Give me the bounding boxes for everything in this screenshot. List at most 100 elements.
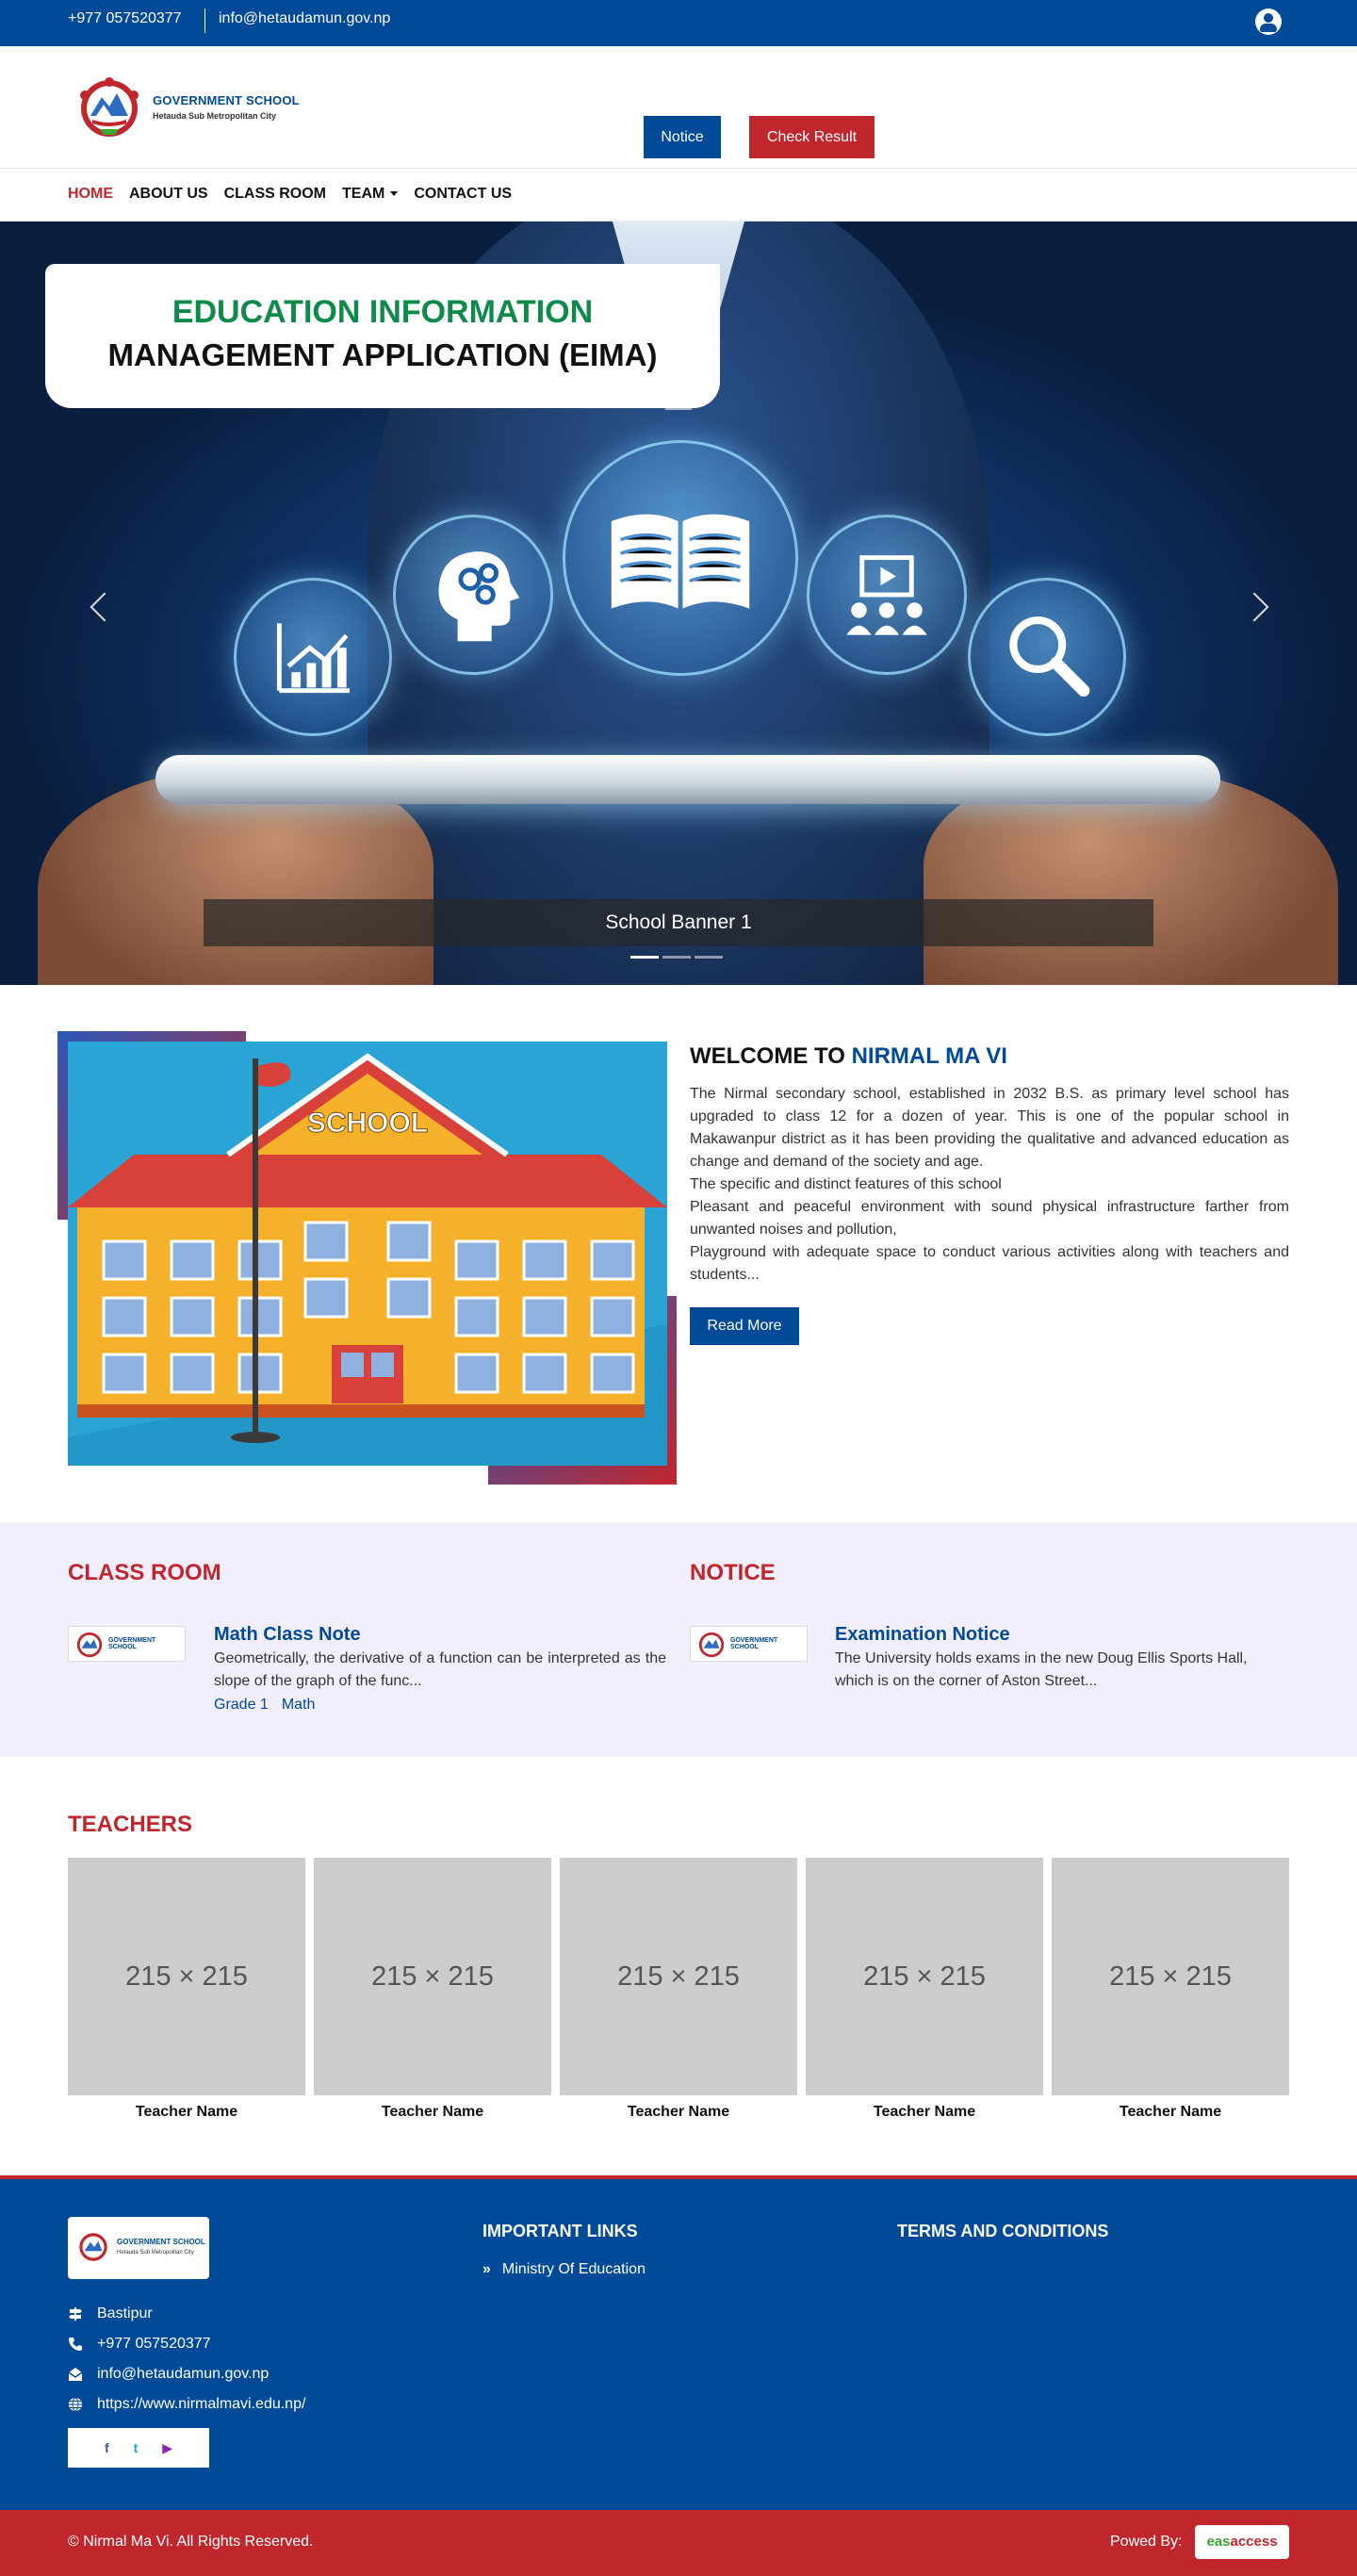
- caret-down-icon: [390, 191, 399, 197]
- hero-title-card: EDUCATION INFORMATION MANAGEMENT APPLICA…: [45, 264, 720, 408]
- nav-list: HOME ABOUT US CLASS ROOM TEAM CONTACT US: [68, 186, 512, 203]
- user-circle-icon[interactable]: [1255, 8, 1282, 35]
- teacher-card[interactable]: 215 × 215 Teacher Name: [314, 1858, 551, 2121]
- footer-link-ministry-label: Ministry Of Education: [501, 2261, 646, 2277]
- twitter-icon[interactable]: t: [134, 2440, 139, 2455]
- slide-caption: School Banner 1: [204, 899, 1153, 946]
- notice-heading: NOTICE: [690, 1560, 776, 1585]
- slide-indicator-1[interactable]: [630, 956, 659, 959]
- footer-email: info@hetaudamun.gov.np: [97, 2366, 270, 2382]
- nav-item-home[interactable]: HOME: [68, 186, 113, 203]
- video-audience-icon: [807, 515, 967, 675]
- teachers-heading: TEACHERS: [68, 1812, 193, 1837]
- teachers-section: TEACHERS 215 × 215 Teacher Name 215 × 21…: [0, 1757, 1357, 2175]
- copyright-bar: © Nirmal Ma Vi. All Rights Reserved. Pow…: [0, 2510, 1357, 2576]
- nav-item-contact-us[interactable]: CONTACT US: [414, 186, 512, 203]
- thumbnail-school-name: GOVERNMENT SCHOOL: [108, 1637, 156, 1650]
- footer-logo-sub: Hetauda Sub Metropolitan City: [117, 2250, 194, 2256]
- nav-item-about-us[interactable]: ABOUT US: [129, 186, 208, 203]
- slider-next-arrow-icon[interactable]: [1239, 592, 1269, 622]
- top-bar: +977 057520377 info@hetaudamun.gov.np: [0, 0, 1357, 46]
- hero-slider: EDUCATION INFORMATION MANAGEMENT APPLICA…: [0, 222, 1357, 985]
- topbar-email[interactable]: info@hetaudamun.gov.np: [219, 10, 390, 27]
- teacher-name: Teacher Name: [627, 2104, 730, 2120]
- welcome-heading: WELCOME TO NIRMAL MA VI: [690, 1043, 1007, 1070]
- footer-phone-row[interactable]: +977 057520377: [68, 2336, 211, 2353]
- notice-item-desc: The University holds exams in the new Do…: [835, 1650, 1248, 1689]
- youtube-icon[interactable]: ▶: [162, 2440, 172, 2456]
- powered-logo-part-a: eas: [1206, 2534, 1231, 2550]
- class-room-item-desc: Geometrically, the derivative of a funct…: [214, 1650, 666, 1689]
- nav-item-team-label: TEAM: [342, 186, 385, 202]
- read-more-button[interactable]: Read More: [690, 1307, 799, 1345]
- slide-indicator-2[interactable]: [662, 956, 691, 959]
- site-logo[interactable]: GOVERNMENT SCHOOL Hetauda Sub Metropolit…: [68, 71, 313, 139]
- globe-icon: [69, 2397, 82, 2412]
- footer-website-row[interactable]: https://www.nirmalmavi.edu.np/: [68, 2396, 305, 2413]
- teacher-photo-placeholder: 215 × 215: [560, 1858, 797, 2095]
- classroom-notice-section: CLASS ROOM GOVERNMENT SCHOOL Math Class …: [0, 1522, 1357, 1757]
- teacher-card[interactable]: 215 × 215 Teacher Name: [1052, 1858, 1289, 2121]
- welcome-heading-prefix: WELCOME TO: [690, 1043, 845, 1069]
- magnifier-icon: [968, 578, 1126, 736]
- tag-grade[interactable]: Grade 1: [214, 1697, 269, 1713]
- facebook-icon[interactable]: f: [105, 2440, 109, 2455]
- school-illustration: SCHOOL: [68, 1042, 667, 1466]
- social-links: f t ▶: [68, 2428, 209, 2468]
- welcome-section: SCHOOL WELCOME TO NIRMAL MA VI The Nirma…: [0, 985, 1357, 1522]
- teacher-card[interactable]: 215 × 215 Teacher Name: [806, 1858, 1043, 2121]
- notice-item-title[interactable]: Examination Notice: [835, 1624, 1010, 1646]
- welcome-line-features: The specific and distinct features of th…: [690, 1176, 1002, 1192]
- class-room-tags: Grade 1 Math: [214, 1697, 328, 1714]
- powered-by-label: Powed By:: [1110, 2534, 1183, 2550]
- tag-subject[interactable]: Math: [282, 1697, 316, 1713]
- school-name: GOVERNMENT SCHOOL: [153, 93, 300, 107]
- terms-heading[interactable]: TERMS AND CONDITIONS: [897, 2222, 1108, 2241]
- topbar-divider: [204, 8, 205, 33]
- notice-button[interactable]: Notice: [644, 116, 721, 158]
- footer-address: Bastipur: [97, 2305, 153, 2322]
- school-sign-text: SCHOOL: [307, 1108, 428, 1139]
- main-nav: HOME ABOUT US CLASS ROOM TEAM CONTACT US: [0, 169, 1357, 222]
- bar-chart-icon: [234, 578, 392, 736]
- open-book-icon: [563, 440, 798, 676]
- powered-logo-part-b: access: [1230, 2534, 1278, 2550]
- nav-item-team[interactable]: TEAM: [342, 186, 399, 203]
- copyright-text: © Nirmal Ma Vi. All Rights Reserved.: [68, 2534, 314, 2550]
- nav-item-class-room[interactable]: CLASS ROOM: [224, 186, 326, 203]
- hero-title-line2: MANAGEMENT APPLICATION (EIMA): [107, 337, 658, 372]
- teacher-photo-placeholder: 215 × 215: [314, 1858, 551, 2095]
- government-emblem-icon: [80, 77, 139, 137]
- easy-access-logo[interactable]: easaccess: [1195, 2525, 1289, 2559]
- teacher-card[interactable]: 215 × 215 Teacher Name: [560, 1858, 797, 2121]
- teacher-card[interactable]: 215 × 215 Teacher Name: [68, 1858, 305, 2121]
- slide-indicator-3[interactable]: [695, 956, 723, 959]
- topbar-phone[interactable]: +977 057520377: [68, 10, 182, 27]
- page: +977 057520377 info@hetaudamun.gov.np GO…: [0, 0, 1357, 2576]
- footer-logo[interactable]: GOVERNMENT SCHOOL Hetauda Sub Metropolit…: [68, 2217, 209, 2279]
- teacher-name: Teacher Name: [381, 2104, 484, 2120]
- teacher-name: Teacher Name: [1119, 2104, 1222, 2120]
- slide-indicators: [630, 956, 723, 959]
- welcome-line-playground: Playground with adequate space to conduc…: [690, 1244, 1289, 1283]
- footer-address-row: Bastipur: [68, 2305, 153, 2322]
- footer-email-row[interactable]: info@hetaudamun.gov.np: [68, 2366, 269, 2383]
- footer-link-ministry[interactable]: » Ministry Of Education: [482, 2261, 646, 2278]
- important-links-heading: IMPORTANT LINKS: [482, 2222, 638, 2240]
- hero-title-line1: EDUCATION INFORMATION: [172, 294, 594, 330]
- class-room-thumbnail[interactable]: GOVERNMENT SCHOOL: [68, 1626, 186, 1662]
- check-result-button[interactable]: Check Result: [749, 116, 875, 158]
- hero-tablet: [155, 755, 1220, 804]
- teacher-name: Teacher Name: [135, 2104, 238, 2120]
- welcome-paragraph: The Nirmal secondary school, established…: [690, 1086, 1289, 1170]
- site-header: GOVERNMENT SCHOOL Hetauda Sub Metropolit…: [0, 46, 1357, 169]
- thumbnail-school-name: GOVERNMENT SCHOOL: [730, 1637, 778, 1650]
- welcome-body: The Nirmal secondary school, established…: [690, 1083, 1289, 1287]
- notice-thumbnail[interactable]: GOVERNMENT SCHOOL: [690, 1626, 808, 1662]
- school-subtitle: Hetauda Sub Metropolitan City: [153, 111, 277, 121]
- head-gears-icon: [393, 515, 553, 675]
- phone-icon: [69, 2338, 82, 2351]
- slider-prev-arrow-icon[interactable]: [90, 592, 120, 622]
- teacher-photo-placeholder: 215 × 215: [1052, 1858, 1289, 2095]
- class-room-item-title[interactable]: Math Class Note: [214, 1624, 361, 1646]
